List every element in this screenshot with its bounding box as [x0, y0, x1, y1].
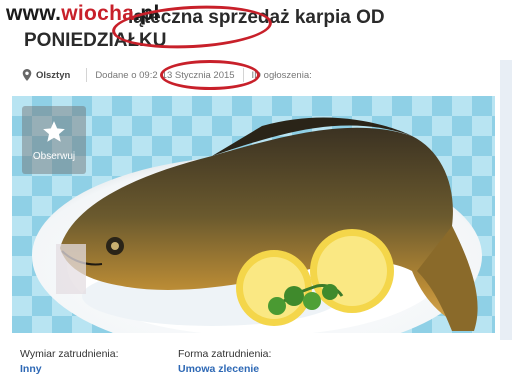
job-details: Wymiar zatrudnienia: Inny Forma zatrudni… — [20, 348, 336, 375]
map-pin-icon — [22, 69, 32, 81]
watermark-prefix: www. — [6, 2, 62, 25]
detail-employment-form: Forma zatrudnienia: Umowa zlecenie — [178, 348, 336, 375]
highlight-circle-date — [160, 60, 260, 90]
location-link[interactable]: Olsztyn — [36, 70, 70, 81]
observe-button[interactable]: Obserwuj — [22, 106, 86, 174]
detail-value-link[interactable]: Umowa zlecenie — [178, 363, 336, 375]
detail-label: Wymiar zatrudnienia: — [20, 348, 119, 360]
meta-divider — [86, 68, 88, 82]
detail-employment-dimension: Wymiar zatrudnienia: Inny — [20, 348, 178, 375]
side-panel-edge — [500, 60, 512, 340]
detail-value-link[interactable]: Inny — [20, 363, 178, 375]
observe-label: Obserwuj — [32, 150, 76, 162]
star-icon — [43, 120, 65, 142]
ad-id-label: ID ogłoszenia: — [251, 69, 312, 81]
added-time: Dodane o 09:2 — [95, 69, 158, 81]
detail-label: Forma zatrudnienia: — [178, 348, 272, 360]
